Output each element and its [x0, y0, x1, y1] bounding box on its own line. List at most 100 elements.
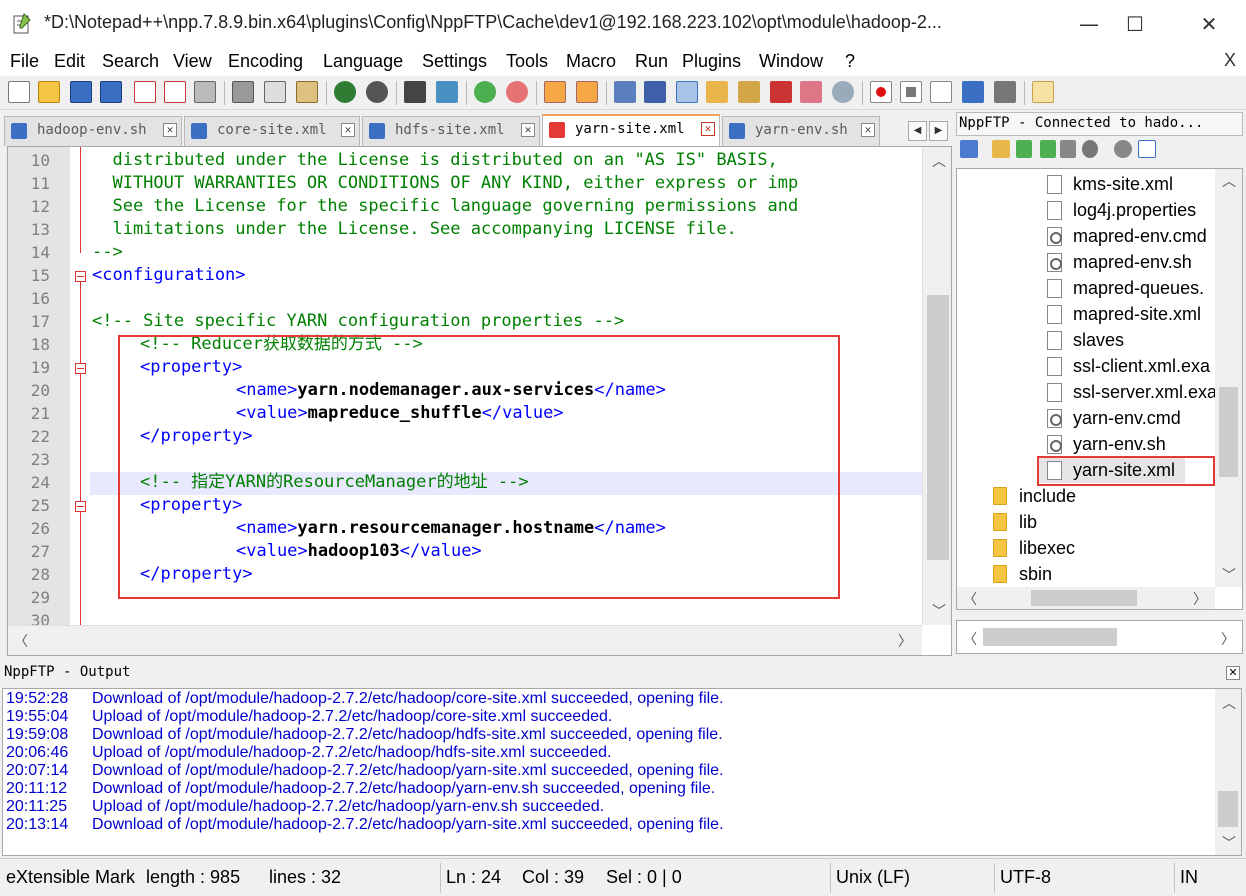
scroll-right-icon[interactable]: 〉: [898, 631, 912, 651]
scrollbar-thumb[interactable]: [983, 628, 1117, 646]
tab-yarn-env[interactable]: yarn-env.sh ✕: [722, 116, 880, 146]
scroll-down-icon[interactable]: ﹀: [932, 601, 946, 621]
print-icon[interactable]: [194, 81, 216, 103]
connect-icon[interactable]: [960, 140, 978, 158]
tree-item-folder[interactable]: libexec: [1019, 538, 1075, 559]
output-close-icon[interactable]: ✕: [1226, 666, 1240, 680]
udl-icon[interactable]: [706, 81, 728, 103]
show-all-chars-icon[interactable]: [644, 81, 666, 103]
redo-icon[interactable]: [366, 81, 388, 103]
scroll-down-icon[interactable]: ﹀: [1222, 833, 1236, 853]
stop-macro-icon[interactable]: [900, 81, 922, 103]
tab-yarn-site[interactable]: yarn-site.xml ✕: [542, 114, 720, 146]
code-editor[interactable]: 10 11 12 13 14 15 16 17 18 19 20 21 22 2…: [7, 146, 952, 656]
refresh-icon[interactable]: [1060, 140, 1076, 158]
scrollbar-thumb[interactable]: [1031, 590, 1137, 606]
doc-map-icon[interactable]: [738, 81, 760, 103]
close-document-button[interactable]: X: [1224, 50, 1236, 71]
open-file-icon[interactable]: [38, 81, 60, 103]
scroll-down-icon[interactable]: ﹀: [1222, 565, 1236, 585]
folder-workspace-icon[interactable]: [800, 81, 822, 103]
tree-item-file[interactable]: ssl-server.xml.exa: [1073, 382, 1217, 403]
indent-guide-icon[interactable]: [676, 81, 698, 103]
tree-item-folder[interactable]: sbin: [1019, 564, 1052, 585]
maximize-button[interactable]: ☐: [1112, 6, 1158, 42]
scroll-left-icon[interactable]: 〈: [963, 589, 977, 609]
replace-icon[interactable]: [436, 81, 458, 103]
tree-horizontal-scrollbar[interactable]: 〈 〉: [957, 587, 1215, 609]
tree-item-file[interactable]: log4j.properties: [1073, 200, 1196, 221]
menu-file[interactable]: File: [10, 51, 39, 72]
editor-vertical-scrollbar[interactable]: ︿ ﹀: [922, 147, 951, 625]
minimize-button[interactable]: —: [1066, 6, 1112, 42]
scroll-up-icon[interactable]: ︿: [1222, 171, 1236, 191]
menu-run[interactable]: Run: [635, 51, 668, 72]
scrollbar-thumb[interactable]: [1219, 387, 1238, 477]
tab-hdfs-site[interactable]: hdfs-site.xml ✕: [362, 116, 540, 146]
menu-plugins[interactable]: Plugins: [682, 51, 741, 72]
menu-window[interactable]: Window: [759, 51, 823, 72]
tree-item-file[interactable]: yarn-env.cmd: [1073, 408, 1181, 429]
menu-settings[interactable]: Settings: [422, 51, 487, 72]
scroll-left-icon[interactable]: 〈: [14, 631, 28, 651]
new-file-icon[interactable]: [8, 81, 30, 103]
menu-macro[interactable]: Macro: [566, 51, 616, 72]
settings-gear-icon[interactable]: [1114, 140, 1132, 158]
tree-item-file[interactable]: mapred-env.cmd: [1073, 226, 1207, 247]
close-all-icon[interactable]: [164, 81, 186, 103]
zoom-in-icon[interactable]: [474, 81, 496, 103]
tab-close-icon[interactable]: ✕: [521, 123, 535, 137]
tree-item-file[interactable]: kms-site.xml: [1073, 174, 1173, 195]
tab-close-icon[interactable]: ✕: [341, 123, 355, 137]
open-directory-icon[interactable]: [992, 140, 1010, 158]
tree-item-file[interactable]: ssl-client.xml.exa: [1073, 356, 1210, 377]
function-list-icon[interactable]: [770, 81, 792, 103]
menu-edit[interactable]: Edit: [54, 51, 85, 72]
status-encoding[interactable]: UTF-8: [1000, 867, 1051, 888]
scroll-right-icon[interactable]: 〉: [1221, 629, 1235, 649]
tree-item-file[interactable]: slaves: [1073, 330, 1124, 351]
scroll-right-icon[interactable]: 〉: [1193, 589, 1207, 609]
abort-icon[interactable]: [1082, 140, 1098, 158]
tab-close-icon[interactable]: ✕: [701, 122, 715, 136]
menu-encoding[interactable]: Encoding: [228, 51, 303, 72]
message-window-icon[interactable]: [1138, 140, 1156, 158]
status-eol[interactable]: Unix (LF): [836, 867, 910, 888]
menu-help[interactable]: ?: [845, 51, 855, 72]
scroll-left-icon[interactable]: 〈: [963, 629, 977, 649]
menu-language[interactable]: Language: [323, 51, 403, 72]
upload-icon[interactable]: [1040, 140, 1056, 158]
tab-scroll-left-icon[interactable]: ◀: [908, 121, 927, 141]
monitoring-icon[interactable]: [832, 81, 854, 103]
run-macro-multiple-icon[interactable]: [962, 81, 984, 103]
copy-icon[interactable]: [264, 81, 286, 103]
save-macro-icon[interactable]: [994, 81, 1016, 103]
zoom-out-icon[interactable]: [506, 81, 528, 103]
scroll-up-icon[interactable]: ︿: [932, 151, 946, 171]
output-vertical-scrollbar[interactable]: ︿ ﹀: [1215, 689, 1241, 855]
nppftp-icon[interactable]: [1032, 81, 1054, 103]
close-window-button[interactable]: ✕: [1186, 6, 1232, 42]
record-macro-icon[interactable]: [870, 81, 892, 103]
find-icon[interactable]: [404, 81, 426, 103]
tree-item-file[interactable]: yarn-env.sh: [1073, 434, 1166, 455]
tree-item-folder[interactable]: lib: [1019, 512, 1037, 533]
menu-view[interactable]: View: [173, 51, 212, 72]
tree-item-file[interactable]: mapred-site.xml: [1073, 304, 1201, 325]
sync-horizontal-icon[interactable]: [576, 81, 598, 103]
menu-search[interactable]: Search: [102, 51, 159, 72]
fold-toggle-icon[interactable]: [75, 363, 86, 374]
save-all-icon[interactable]: [100, 81, 122, 103]
fold-toggle-icon[interactable]: [75, 501, 86, 512]
tree-item-file[interactable]: mapred-queues.: [1073, 278, 1204, 299]
fold-toggle-icon[interactable]: [75, 271, 86, 282]
tab-close-icon[interactable]: ✕: [861, 123, 875, 137]
download-icon[interactable]: [1016, 140, 1032, 158]
tree-vertical-scrollbar[interactable]: ︿ ﹀: [1215, 169, 1242, 587]
play-macro-icon[interactable]: [930, 81, 952, 103]
scrollbar-thumb[interactable]: [927, 295, 949, 560]
undo-icon[interactable]: [334, 81, 356, 103]
tab-close-icon[interactable]: ✕: [163, 123, 177, 137]
editor-horizontal-scrollbar[interactable]: 〈 〉: [8, 625, 922, 655]
menu-tools[interactable]: Tools: [506, 51, 548, 72]
